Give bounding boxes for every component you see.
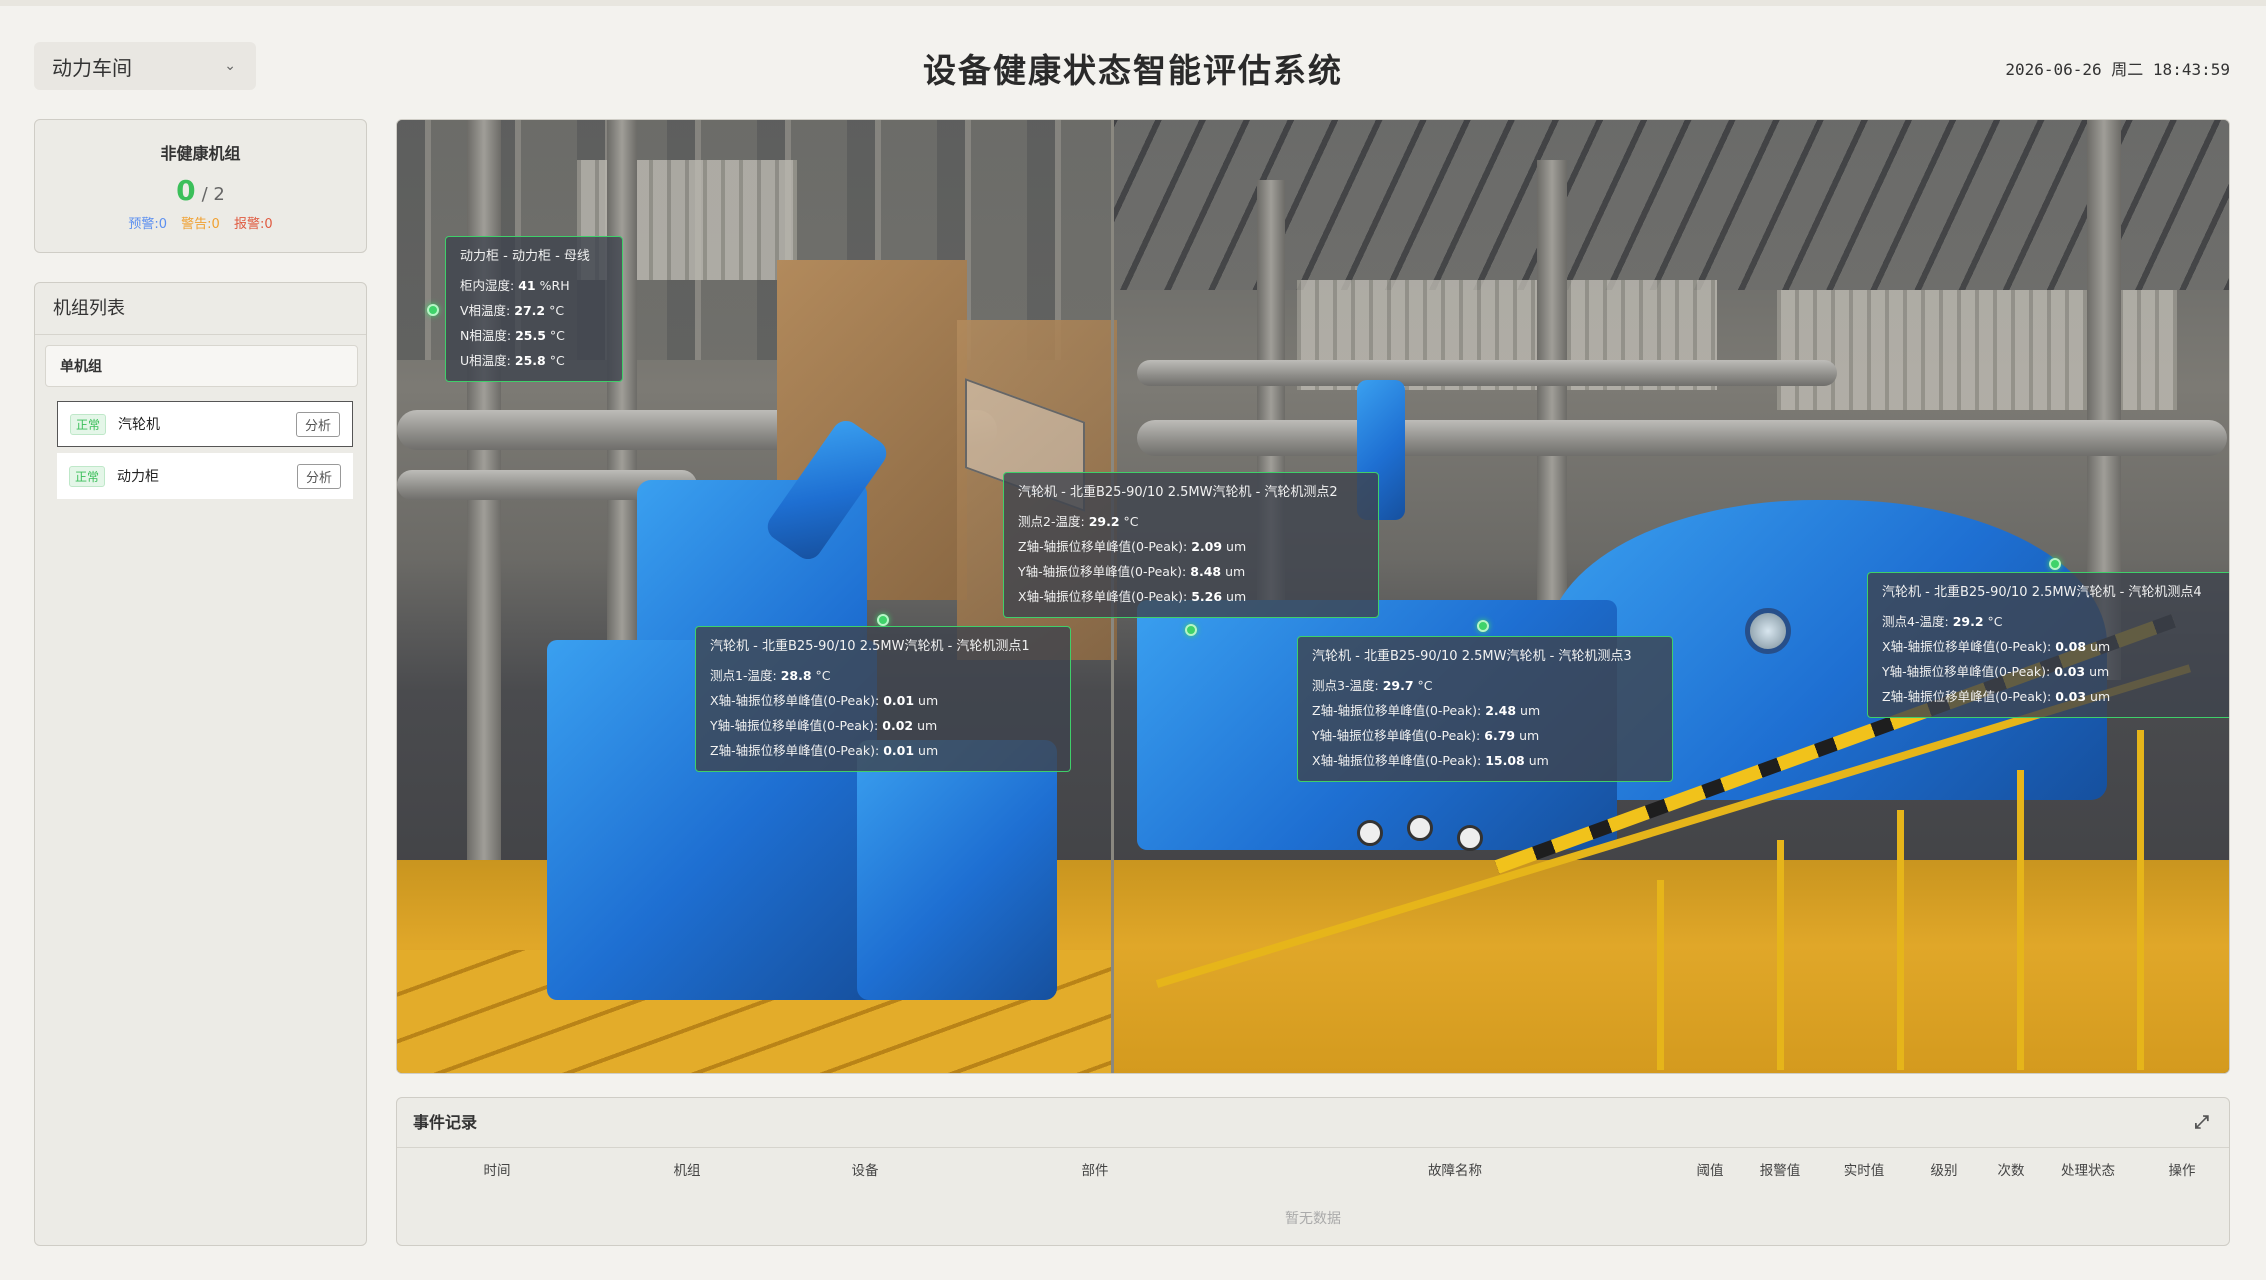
alert-count: 警告:0 [181,217,220,232]
unit-item-power-cabinet[interactable]: 正常 动力柜 分析 [57,453,353,499]
sensor-point-cabinet[interactable] [427,304,439,316]
scene-turbine-gear [857,740,1057,1000]
unit-name: 动力柜 [117,469,160,485]
column-header: 设备 [851,1163,879,1179]
sensor-point-3[interactable] [1477,620,1489,632]
sensor-tag-title: 汽轮机 - 北重B25-90/10 2.5MW汽轮机 - 汽轮机测点1 [710,639,1030,654]
scene-railing-post [1897,810,1904,1070]
event-table-header: 时间 机组 设备 部件 故障名称 阈值 报警值 实时值 级别 次数 处理状态 操… [397,1148,2229,1194]
unhealthy-units-panel: 非健康机组 0/ 2 预警:0 警告:0 报警:0 [34,119,367,253]
unhealthy-stats: 预警:0 警告:0 报警:0 [35,213,366,232]
sensor-reading: Z轴-轴振位移单峰值(0-Peak): 2.48 um [1312,703,1541,718]
column-header: 时间 [483,1163,511,1179]
sensor-reading: Z轴-轴振位移单峰值(0-Peak): 0.01 um [710,743,939,758]
sensor-reading: X轴-轴振位移单峰值(0-Peak): 0.01 um [710,693,939,708]
column-header: 部件 [1081,1163,1109,1179]
sensor-reading: Z轴-轴振位移单峰值(0-Peak): 0.03 um [1882,689,2111,704]
sensor-reading: N相温度: 25.5 °C [460,328,565,343]
sensor-tag-1: 汽轮机 - 北重B25-90/10 2.5MW汽轮机 - 汽轮机测点1 测点1-… [695,626,1071,772]
scene-pipe [1137,360,1837,386]
scene-railing-post [2137,730,2144,1070]
scene-railing-post [2017,770,2024,1070]
page-title: 设备健康状态智能评估系统 [923,51,1343,90]
sensor-reading: X轴-轴振位移单峰值(0-Peak): 5.26 um [1018,589,1247,604]
unit-item-turbine[interactable]: 正常 汽轮机 分析 [57,401,353,447]
sensor-reading: 柜内湿度: 41 %RH [460,278,570,293]
top-divider [0,0,2266,6]
empty-state-text: 暂无数据 [1285,1211,1341,1227]
sensor-tag-4: 汽轮机 - 北重B25-90/10 2.5MW汽轮机 - 汽轮机测点4 测点4-… [1867,572,2229,718]
sensor-reading: 测点4-温度: 29.2 °C [1882,614,2003,629]
event-records-title: 事件记录 [413,1113,478,1132]
analyze-button[interactable]: 分析 [296,463,341,489]
sensor-tag-title: 动力柜 - 动力柜 - 母线 [460,249,590,264]
sensor-point-4[interactable] [2049,558,2061,570]
scene-railing-post [1657,880,1664,1070]
unit-name: 汽轮机 [118,417,161,433]
scene-gauge [1457,825,1483,851]
sensor-point-2[interactable] [1185,624,1197,636]
sensor-tag-3: 汽轮机 - 北重B25-90/10 2.5MW汽轮机 - 汽轮机测点3 测点3-… [1297,636,1673,782]
warning-count: 预警:0 [128,217,168,232]
column-header: 次数 [1997,1163,2025,1179]
column-header: 实时值 [1843,1163,1885,1179]
unhealthy-count-total: / 2 [201,184,225,205]
analyze-button[interactable]: 分析 [295,411,340,437]
datetime-display: 2026-06-26 周二 18:43:59 [2005,60,2230,79]
event-records-header: 事件记录 ⤢ [397,1098,2229,1148]
sensor-reading: Y轴-轴振位移单峰值(0-Peak): 0.03 um [1882,664,2110,679]
sensor-reading: U相温度: 25.8 °C [460,353,565,368]
scene-gauge [1407,815,1433,841]
unhealthy-count-value: 0 [176,174,196,207]
sensor-tag-title: 汽轮机 - 北重B25-90/10 2.5MW汽轮机 - 汽轮机测点4 [1882,585,2202,600]
sensor-tag-cabinet: 动力柜 - 动力柜 - 母线 柜内湿度: 41 %RH V相温度: 27.2 °C N相… [445,236,623,382]
event-records-panel: 事件记录 ⤢ 时间 机组 设备 部件 故障名称 阈值 报警值 实时值 级别 次数… [396,1097,2230,1246]
scene-column [467,120,501,880]
sensor-reading: Y轴-轴振位移单峰值(0-Peak): 6.79 um [1312,728,1540,743]
unhealthy-title: 非健康机组 [160,144,241,163]
column-header: 机组 [673,1163,701,1179]
sensor-tag-title: 汽轮机 - 北重B25-90/10 2.5MW汽轮机 - 汽轮机测点3 [1312,649,1632,664]
sensor-reading: Y轴-轴振位移单峰值(0-Peak): 8.48 um [1018,564,1246,579]
sensor-tag-2: 汽轮机 - 北重B25-90/10 2.5MW汽轮机 - 汽轮机测点2 测点2-… [1003,472,1379,618]
unit-list-panel: 机组列表 单机组 正常 汽轮机 分析 正常 动力柜 分析 [34,282,367,1246]
column-header: 级别 [1930,1163,1958,1179]
status-badge: 正常 [69,465,106,487]
sensor-reading: Y轴-轴振位移单峰值(0-Peak): 0.02 um [710,718,938,733]
sensor-reading: Z轴-轴振位移单峰值(0-Peak): 2.09 um [1018,539,1247,554]
equipment-scene: 动力柜 - 动力柜 - 母线 柜内湿度: 41 %RH V相温度: 27.2 °C N相… [396,119,2230,1074]
alarm-count: 报警:0 [233,217,273,232]
unit-list-title: 机组列表 [35,283,366,335]
scene-railing-post [1777,840,1784,1070]
column-header: 处理状态 [2061,1163,2115,1179]
column-header: 阈值 [1696,1163,1724,1179]
sensor-reading: X轴-轴振位移单峰值(0-Peak): 0.08 um [1882,639,2111,654]
expand-icon[interactable]: ⤢ [2195,1098,2209,1148]
column-header: 操作 [2168,1163,2196,1179]
scene-porthole [1745,608,1791,654]
sensor-reading: 测点2-温度: 29.2 °C [1018,514,1139,529]
scene-gauge [1357,820,1383,846]
sensor-reading: 测点1-温度: 28.8 °C [710,668,831,683]
sensor-reading: V相温度: 27.2 °C [460,303,565,318]
sensor-point-1[interactable] [877,614,889,626]
sensor-tag-title: 汽轮机 - 北重B25-90/10 2.5MW汽轮机 - 汽轮机测点2 [1018,485,1338,500]
sensor-reading: X轴-轴振位移单峰值(0-Peak): 15.08 um [1312,753,1549,768]
column-header: 故障名称 [1428,1163,1482,1179]
unit-group-single[interactable]: 单机组 [45,345,358,387]
column-header: 报警值 [1759,1163,1801,1179]
unhealthy-count: 0/ 2 [35,174,366,207]
sensor-reading: 测点3-温度: 29.7 °C [1312,678,1433,693]
status-badge: 正常 [70,413,107,435]
scene-pipe [1137,420,2227,456]
